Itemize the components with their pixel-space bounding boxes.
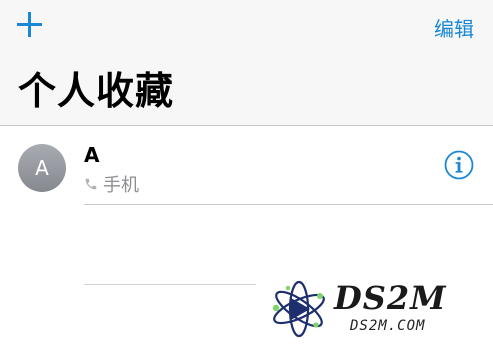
watermark-brand: DS2M xyxy=(334,279,447,317)
contact-name: A xyxy=(84,143,100,167)
contact-info-button[interactable] xyxy=(444,150,474,180)
phone-icon xyxy=(85,178,97,190)
page-title: 个人收藏 xyxy=(18,69,175,113)
row-separator xyxy=(84,204,493,205)
atom-logo-icon xyxy=(272,280,325,338)
contact-type-label: 手机 xyxy=(103,175,139,196)
info-circle-icon xyxy=(444,150,474,180)
watermark: DS2M DS2M.COM xyxy=(266,278,490,340)
navigation-bar: 编辑 个人收藏 xyxy=(0,0,493,126)
favorite-row[interactable]: A A 手机 xyxy=(0,126,493,204)
row-separator xyxy=(84,284,256,285)
avatar: A xyxy=(18,144,66,192)
add-favorite-button[interactable] xyxy=(16,11,44,39)
edit-button[interactable]: 编辑 xyxy=(434,13,474,42)
contact-type: 手机 xyxy=(84,171,139,197)
watermark-domain: DS2M.COM xyxy=(350,318,426,334)
